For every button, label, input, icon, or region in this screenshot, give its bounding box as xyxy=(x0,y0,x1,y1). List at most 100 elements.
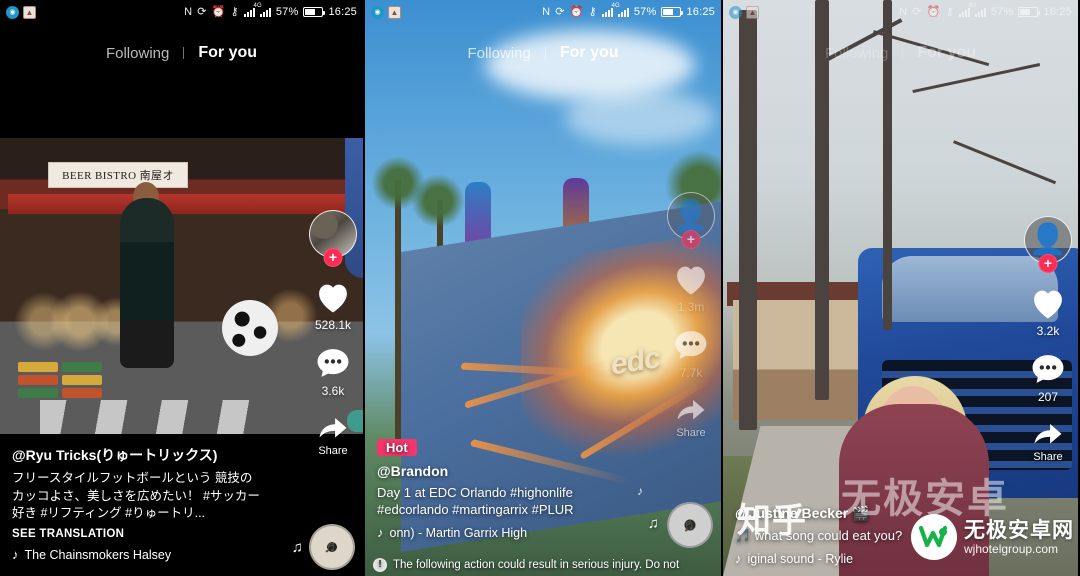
video-description: フリースタイルフットボールという 競技のカッコよさ、美しさを広めたい！ #サッカ… xyxy=(12,470,260,521)
author-handle[interactable]: @Brandon xyxy=(377,463,627,479)
music-row[interactable]: ♪ onn) - Martin Garrix High xyxy=(377,525,627,540)
feed-tabs: Following For you xyxy=(723,44,1078,62)
feed-tabs: Following For you xyxy=(365,44,721,62)
battery-icon xyxy=(303,7,326,17)
battery-percent: 57% xyxy=(275,6,299,18)
video-description: Day 1 at EDC Orlando #highonlife #edcorl… xyxy=(377,484,574,517)
signal-4g-icon: 4G xyxy=(958,3,977,17)
avatar-wrapper[interactable]: + xyxy=(309,210,357,267)
tab-following[interactable]: Following xyxy=(825,45,888,62)
status-bar-right: N ⟳ ⏰ ⚷ 4G 57% 16:25 xyxy=(899,3,1072,18)
alarm-icon: ⏰ xyxy=(926,5,941,18)
browser-icon: ◉ xyxy=(729,5,742,19)
like-action[interactable]: 528.1k xyxy=(314,280,352,332)
signal-icon xyxy=(259,7,271,17)
tree-trunk xyxy=(739,10,757,430)
site-name-cn: 无极安卓网 xyxy=(964,517,1074,542)
clock: 16:25 xyxy=(328,6,357,18)
heart-icon[interactable] xyxy=(1029,286,1067,320)
music-note-icon: ♫ xyxy=(647,515,659,532)
phone-panel-truck: ◉ ▲ N ⟳ ⏰ ⚷ 4G 57% 16:25 Following For y… xyxy=(723,0,1078,576)
hot-badge: Hot xyxy=(377,438,417,456)
soccer-player xyxy=(175,138,363,434)
tab-for-you[interactable]: For you xyxy=(198,44,257,62)
music-row[interactable]: ♪ The Chainsmokers Halsey xyxy=(12,547,262,562)
comment-bubble-icon[interactable] xyxy=(314,346,352,380)
like-action[interactable]: 1.3m xyxy=(672,262,710,314)
tiktok-note-icon: ♪ xyxy=(377,525,384,540)
bystander-figure xyxy=(120,198,174,368)
signal-4g-icon: 4G xyxy=(601,3,620,17)
tab-separator xyxy=(183,47,185,59)
action-rail: 👤 + 3.2k 207 Share xyxy=(1024,216,1072,477)
status-bar-left: ◉ ▲ xyxy=(6,5,36,19)
soccer-ball xyxy=(222,300,278,356)
like-count: 1.3m xyxy=(677,300,705,314)
action-rail: 👤 + 1.3m 7.7k Share xyxy=(667,192,715,453)
share-action[interactable]: Share xyxy=(315,412,351,457)
tab-separator xyxy=(902,47,904,59)
zhihu-watermark: 知乎 xyxy=(737,503,807,540)
battery-percent: 57% xyxy=(990,6,1014,18)
status-bar-left: ◉ ▲ xyxy=(729,5,759,19)
clock: 16:25 xyxy=(1043,6,1072,18)
share-label: Share xyxy=(1033,451,1063,463)
app-notification-icon: ▲ xyxy=(23,5,36,19)
vpn-key-icon: ⚷ xyxy=(230,5,239,18)
signal-4g-icon: 4G xyxy=(243,3,262,17)
share-label: Share xyxy=(676,427,706,439)
see-translation-button[interactable]: SEE TRANSLATION xyxy=(12,528,262,540)
share-arrow-icon[interactable] xyxy=(315,412,351,442)
comment-action[interactable]: 207 xyxy=(1029,352,1067,404)
palm-fronds xyxy=(411,174,465,228)
avatar-wrapper[interactable]: 👤 + xyxy=(1024,216,1072,273)
follow-plus-icon[interactable]: + xyxy=(323,248,343,267)
comment-bubble-icon[interactable] xyxy=(672,328,710,362)
status-bar: ◉ ▲ N ⟳ ⏰ ⚷ 4G 57% 16:25 xyxy=(0,0,363,24)
vpn-key-icon: ⚷ xyxy=(945,5,954,18)
signal-icon xyxy=(974,7,986,17)
wj-logo-icon xyxy=(911,514,957,560)
tab-for-you[interactable]: For you xyxy=(560,44,619,62)
status-bar-right: N ⟳ ⏰ ⚷ 4G 57% 16:25 xyxy=(184,3,357,18)
like-action[interactable]: 3.2k xyxy=(1029,286,1067,338)
music-note-icon: ♫ xyxy=(291,539,303,556)
comment-count: 207 xyxy=(1037,390,1059,404)
share-arrow-icon[interactable] xyxy=(673,394,709,424)
site-watermark-text: 无极安卓网 wjhotelgroup.com xyxy=(964,519,1074,556)
crosswalk-stripes xyxy=(40,400,270,434)
follow-plus-icon[interactable]: + xyxy=(1038,254,1058,273)
share-action[interactable]: Share xyxy=(1030,418,1066,463)
tiktok-note-icon: ♪ xyxy=(735,551,742,566)
vpn-key-icon: ⚷ xyxy=(588,5,597,18)
comment-action[interactable]: 7.7k xyxy=(672,328,710,380)
share-label: Share xyxy=(318,445,348,457)
heart-icon[interactable] xyxy=(314,280,352,314)
heart-icon[interactable] xyxy=(672,262,710,296)
caption-block: Hot @Brandon Day 1 at EDC Orlando #higho… xyxy=(377,438,627,540)
author-handle[interactable]: @Ryu Tricks(りゅートリックス) xyxy=(12,445,262,465)
status-bar: ◉ ▲ N ⟳ ⏰ ⚷ 4G 57% 16:25 xyxy=(723,0,1078,24)
rotation-lock-icon: ⟳ xyxy=(197,5,207,18)
clock: 16:25 xyxy=(686,6,715,18)
browser-icon: ◉ xyxy=(371,5,384,19)
share-arrow-icon[interactable] xyxy=(1030,418,1066,448)
music-disc[interactable]: ♬ xyxy=(309,524,355,570)
follow-plus-icon[interactable]: + xyxy=(681,230,701,249)
comment-bubble-icon[interactable] xyxy=(1029,352,1067,386)
phone-panel-soccer: BEER BISTRO 南屋オ ◉ ▲ N ⟳ ⏰ ⚷ 4G 57% 16:25… xyxy=(0,0,365,576)
info-icon: ! xyxy=(373,558,387,572)
avatar-wrapper[interactable]: 👤 + xyxy=(667,192,715,249)
comment-count: 7.7k xyxy=(679,366,703,380)
default-avatar-icon: 👤 xyxy=(1029,223,1067,256)
music-title: onn) - Martin Garrix High xyxy=(389,525,528,540)
alarm-icon: ⏰ xyxy=(211,5,226,18)
tab-following[interactable]: Following xyxy=(106,45,169,62)
like-count: 528.1k xyxy=(314,318,352,332)
share-action[interactable]: Share xyxy=(673,394,709,439)
default-avatar-icon: 👤 xyxy=(672,199,710,232)
tab-for-you[interactable]: For you xyxy=(917,44,976,62)
comment-action[interactable]: 3.6k xyxy=(314,346,352,398)
status-bar-left: ◉ ▲ xyxy=(371,5,401,19)
tab-following[interactable]: Following xyxy=(467,45,530,62)
